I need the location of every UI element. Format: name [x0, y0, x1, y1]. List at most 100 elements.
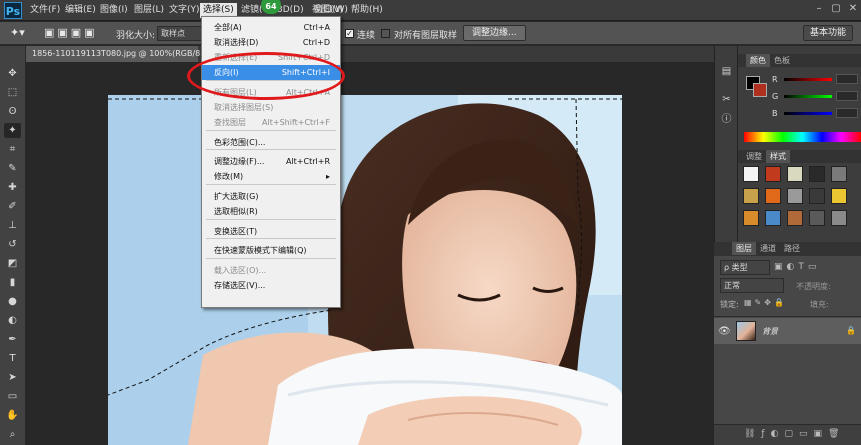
r-value-field[interactable] [836, 74, 858, 84]
eyedropper-tool-icon[interactable]: ✎ [4, 161, 21, 176]
brush-tool-icon[interactable]: ✐ [4, 199, 21, 214]
layer-action-icons[interactable]: ⛓ƒ◐▢▭▣🗑 [744, 429, 845, 439]
select-menu-item[interactable]: 全部(A) Ctrl+A [202, 20, 340, 35]
layer-filter-icons[interactable]: ▣◐T▭ [774, 262, 820, 272]
tab-channels[interactable]: 通道 [756, 242, 780, 255]
style-swatch[interactable] [787, 188, 803, 204]
menu-bar: Ps 文件(F) 编辑(E) 图像(I) 图层(L) 文字(Y) 选择(S) 滤… [0, 0, 861, 21]
sample-all-label: 对所有图层取样 [394, 31, 458, 41]
wand-tool-icon[interactable]: ✦▾ [10, 26, 25, 39]
move-tool-icon[interactable]: ✥ [4, 66, 21, 81]
gradient-tool-icon[interactable]: ▮ [4, 275, 21, 290]
style-swatch[interactable] [809, 166, 825, 182]
layer-row-background[interactable]: 👁 背景 🔒 [714, 318, 861, 344]
select-menu-item[interactable]: 扩大选取(G) [202, 189, 340, 204]
layer-filter-select[interactable]: ρ 类型 [720, 260, 770, 275]
eye-icon[interactable]: 👁 [718, 326, 731, 337]
style-swatch[interactable] [743, 210, 759, 226]
close-icon[interactable]: ✕ [846, 2, 860, 16]
stamp-tool-icon[interactable]: ⊥ [4, 218, 21, 233]
layer-lock-icon: 🔒 [846, 326, 856, 335]
color-panel-tabs: 颜色 色板 [738, 54, 861, 67]
style-swatch[interactable] [831, 210, 847, 226]
type-tool-icon[interactable]: T [4, 351, 21, 366]
properties-panel-icon[interactable]: ✂ [718, 92, 735, 107]
menu-type[interactable]: 文字(Y) [166, 3, 203, 18]
info-panel-icon[interactable]: ⓘ [718, 112, 735, 127]
style-swatch[interactable] [809, 210, 825, 226]
background-color-swatch[interactable] [753, 83, 767, 97]
menu-item-shortcut: Ctrl+D [302, 38, 330, 47]
style-swatch[interactable] [787, 210, 803, 226]
menu-separator [206, 219, 336, 220]
select-menu-item[interactable]: 选取相似(R) [202, 204, 340, 219]
g-slider[interactable] [784, 95, 832, 98]
style-swatch[interactable] [831, 166, 847, 182]
restore-icon[interactable]: ▢ [829, 2, 843, 16]
b-slider[interactable] [784, 112, 832, 115]
photo-canvas[interactable] [108, 95, 622, 445]
sample-all-checkbox[interactable] [381, 29, 390, 38]
tab-paths[interactable]: 路径 [780, 242, 804, 255]
style-swatch[interactable] [831, 188, 847, 204]
crop-tool-icon[interactable]: ⌗ [4, 142, 21, 157]
tab-styles[interactable]: 样式 [766, 150, 790, 163]
menu-item-label: 查找图层 [214, 118, 246, 127]
healing-tool-icon[interactable]: ✚ [4, 180, 21, 195]
zoom-tool-icon[interactable]: ⌕ [4, 427, 21, 442]
selection-mode-icons[interactable]: ▣▣▣▣ [44, 26, 98, 39]
eraser-tool-icon[interactable]: ◩ [4, 256, 21, 271]
select-menu-item[interactable]: 调整边缘(F)... Alt+Ctrl+R [202, 154, 340, 169]
blend-mode-select[interactable]: 正常 [720, 278, 784, 293]
tab-adjustments[interactable]: 调整 [742, 150, 766, 163]
marquee-tool-icon[interactable]: ⬚ [4, 85, 21, 100]
r-slider[interactable] [784, 78, 832, 81]
shape-tool-icon[interactable]: ▭ [4, 389, 21, 404]
select-menu-item[interactable]: 取消选择(D) Ctrl+D [202, 35, 340, 50]
style-swatch[interactable] [765, 210, 781, 226]
blur-tool-icon[interactable]: ● [4, 294, 21, 309]
layer-name[interactable]: 背景 [762, 326, 778, 337]
menu-image[interactable]: 图像(I) [97, 3, 131, 18]
menu-layer[interactable]: 图层(L) [131, 3, 167, 18]
style-swatch[interactable] [743, 166, 759, 182]
channel-b-label: B [772, 109, 778, 118]
path-select-tool-icon[interactable]: ➤ [4, 370, 21, 385]
color-spectrum-bar[interactable] [744, 132, 861, 142]
select-menu-item[interactable]: 修改(M) ▸ [202, 169, 340, 184]
select-menu-item[interactable]: 变换选区(T) [202, 224, 340, 239]
document-tab[interactable]: 1856-110119113T080.jpg @ 100%(RGB/8#) [26, 46, 210, 62]
magic-wand-tool-icon[interactable]: ✦ [4, 123, 21, 138]
select-menu-item[interactable]: 色彩范围(C)... [202, 135, 340, 150]
style-swatch[interactable] [743, 188, 759, 204]
hand-tool-icon[interactable]: ✋ [4, 408, 21, 423]
lasso-tool-icon[interactable]: ʘ [4, 104, 21, 119]
menu-edit[interactable]: 编辑(E) [62, 3, 99, 18]
menu-separator [206, 149, 336, 150]
styles-panel-tabs: 调整 样式 [738, 150, 861, 163]
minimize-icon[interactable]: – [812, 2, 826, 16]
pen-tool-icon[interactable]: ✒ [4, 332, 21, 347]
tab-swatches[interactable]: 色板 [770, 54, 794, 67]
menu-help[interactable]: 帮助(H) [348, 3, 386, 18]
lock-icons[interactable]: ▦✎✥🔒 [744, 298, 787, 307]
style-swatch[interactable] [787, 166, 803, 182]
select-menu-item[interactable]: 在快速蒙版模式下编辑(Q) [202, 243, 340, 258]
canvas-area[interactable] [26, 62, 714, 445]
tab-layers[interactable]: 图层 [732, 242, 756, 255]
select-menu-item[interactable]: 存储选区(V)... [202, 278, 340, 293]
menu-file[interactable]: 文件(F) [27, 3, 63, 18]
style-swatch[interactable] [765, 166, 781, 182]
refine-edge-button[interactable]: 调整边缘... [463, 25, 526, 41]
dodge-tool-icon[interactable]: ◐ [4, 313, 21, 328]
tab-color[interactable]: 颜色 [746, 54, 770, 67]
workspace-button[interactable]: 基本功能 [803, 25, 854, 41]
g-value-field[interactable] [836, 91, 858, 101]
history-panel-icon[interactable]: ▤ [718, 64, 735, 79]
style-swatch[interactable] [765, 188, 781, 204]
b-value-field[interactable] [836, 108, 858, 118]
history-brush-icon[interactable]: ↺ [4, 237, 21, 252]
contiguous-checkbox[interactable]: ✓ [345, 29, 354, 38]
menu-item-label: 存储选区(V)... [214, 281, 266, 290]
style-swatch[interactable] [809, 188, 825, 204]
